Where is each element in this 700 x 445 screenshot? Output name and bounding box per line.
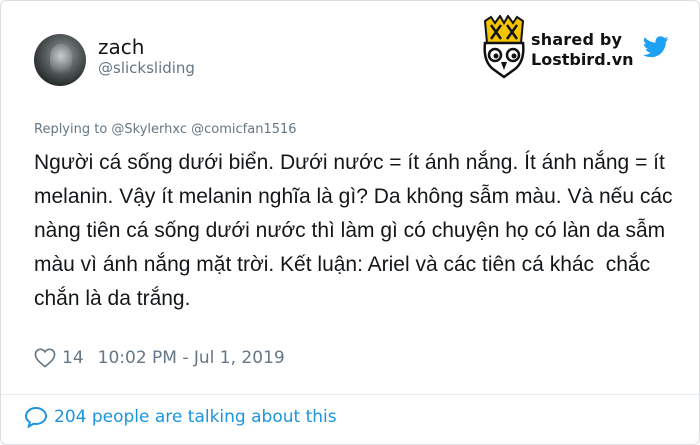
talking-link[interactable]: 204 people are talking about this bbox=[24, 406, 337, 428]
divider bbox=[1, 394, 699, 395]
tweet-timestamp[interactable]: 10:02 PM - Jul 1, 2019 bbox=[98, 348, 285, 368]
comment-bubble-icon bbox=[24, 406, 48, 428]
tweet-card: zach @slicksliding shared by Lostbird.vn… bbox=[0, 0, 700, 445]
tweet-text: Người cá sống dưới biển. Dưới nước = ít … bbox=[34, 151, 679, 310]
tweet-meta: 14 10:02 PM - Jul 1, 2019 bbox=[34, 346, 285, 370]
site-name: Lostbird.vn bbox=[531, 50, 634, 69]
avatar[interactable] bbox=[34, 34, 86, 86]
owl-logo-icon bbox=[483, 15, 525, 79]
talking-text[interactable]: 204 people are talking about this bbox=[54, 407, 337, 427]
twitter-bird-icon[interactable] bbox=[643, 36, 669, 58]
user-name[interactable]: zach bbox=[98, 35, 144, 59]
user-handle[interactable]: @slicksliding bbox=[98, 59, 195, 77]
shared-by-label: shared by bbox=[531, 30, 623, 49]
brand-watermark: shared by Lostbird.vn bbox=[481, 15, 691, 85]
like-count: 14 bbox=[62, 348, 84, 368]
heart-icon[interactable] bbox=[34, 348, 56, 368]
replying-to[interactable]: Replying to @Skylerhxc @comicfan1516 bbox=[34, 122, 297, 137]
